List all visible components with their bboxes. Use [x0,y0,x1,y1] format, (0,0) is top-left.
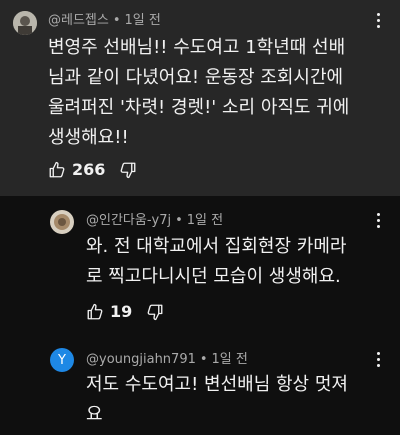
more-options-icon[interactable] [370,210,386,230]
meta-separator: • [112,13,121,28]
avatar[interactable]: Y [50,348,74,372]
comment-text-line: 와. 전 대학교에서 집회현장 카메라 [86,236,347,257]
comment-author[interactable]: @레드젭스 [48,13,109,28]
thumb-up-icon [87,303,103,319]
more-options-icon[interactable] [370,349,386,369]
avatar-photo-icon [13,11,37,35]
comment-text: 와. 전 대학교에서 집회현장 카메라 로 찍고다니시던 모습이 생생해요. [86,232,391,292]
comment-actions: 19 [86,302,164,321]
comment-text-line: 변영주 선배님!! 수도여고 1학년때 선배 [48,37,346,58]
like-button[interactable]: 266 [48,160,119,179]
avatar[interactable] [50,210,74,234]
comment-text: 변영주 선배님!! 수도여고 1학년때 선배 님과 같이 다녔어요! 운동장 조… [48,33,388,153]
comment-text-line: 생생해요!! [48,127,129,148]
comment-text-line: 울려퍼진 '차렷! 경렛!' 소리 아직도 귀에 [48,97,350,118]
comment-card: @레드젭스 • 1일 전 변영주 선배님!! 수도여고 1학년때 선배 님과 같이 … [0,0,400,196]
comment-time: 1일 전 [211,352,248,367]
like-button[interactable]: 19 [86,302,146,321]
more-options-icon[interactable] [370,10,386,30]
thumb-up-icon [49,161,65,177]
meta-separator: • [175,213,183,228]
comment-meta: @youngjiahn791 • 1일 전 [86,348,248,367]
comment-text-line: 로 찍고다니시던 모습이 생생해요. [86,266,341,287]
comment-actions: 266 [48,160,137,179]
comment-author[interactable]: @youngjiahn791 [86,352,196,367]
thumb-down-icon[interactable] [146,303,164,321]
comment-text-line: 요 [86,404,103,425]
like-count: 266 [72,160,106,179]
comment-text-line: 님과 같이 다녔어요! 운동장 조회시간에 [48,67,344,88]
meta-separator: • [199,352,208,367]
comment-text: 저도 수도여고! 변선배님 항상 멋져 요 [86,370,391,430]
comment-meta: @인간다움-y7j • 1일 전 [86,209,223,228]
like-count: 19 [110,302,133,321]
avatar[interactable] [13,11,37,35]
comment-time: 1일 전 [124,13,161,28]
comment-author[interactable]: @인간다움-y7j [86,213,171,228]
comment-meta: @레드젭스 • 1일 전 [48,9,161,28]
comment-text-line: 저도 수도여고! 변선배님 항상 멋져 [86,374,348,395]
thumb-down-icon[interactable] [119,161,137,179]
avatar-photo-icon [50,210,74,234]
comment-card: @인간다움-y7j • 1일 전 와. 전 대학교에서 집회현장 카메라 로 찍고다… [0,196,400,336]
comment-time: 1일 전 [186,213,224,228]
comment-card: Y @youngjiahn791 • 1일 전 저도 수도여고! 변선배님 항상 멋… [0,336,400,435]
avatar-letter: Y [58,352,66,368]
